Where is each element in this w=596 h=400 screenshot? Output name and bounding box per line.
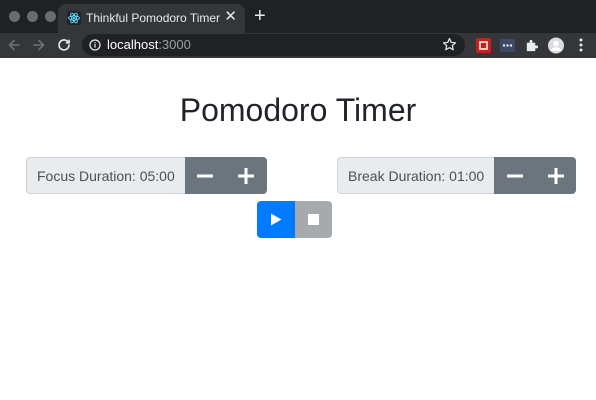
extensions-button[interactable] <box>523 37 539 53</box>
minimize-window-button[interactable] <box>27 11 38 22</box>
url-text: localhost:3000 <box>107 37 191 52</box>
break-duration-label: Break Duration: 01:00 <box>337 157 495 194</box>
reload-button[interactable] <box>54 35 74 55</box>
increase-break-button[interactable] <box>535 157 577 194</box>
new-tab-button[interactable]: + <box>254 5 266 27</box>
puzzle-piece-icon <box>526 39 538 51</box>
play-icon <box>271 213 282 226</box>
tab-title: Thinkful Pomodoro Timer <box>86 11 221 25</box>
react-logo-icon <box>67 11 81 25</box>
page-title: Pomodoro Timer <box>179 92 417 128</box>
info-icon[interactable] <box>89 39 101 51</box>
stop-icon <box>308 214 319 225</box>
plus-icon <box>238 167 255 184</box>
window-controls <box>9 11 56 22</box>
tab-close-icon[interactable]: ✕ <box>224 8 237 26</box>
red-extension-icon <box>475 37 491 53</box>
extension-red-button[interactable] <box>475 37 491 53</box>
browser-title-bar: Thinkful Pomodoro Timer ✕ + <box>0 0 596 33</box>
focus-duration-label: Focus Duration: 05:00 <box>26 157 185 194</box>
increase-focus-button[interactable] <box>225 157 267 194</box>
minus-icon <box>506 174 523 177</box>
focus-duration-group: Focus Duration: 05:00 <box>26 157 267 194</box>
profile-button[interactable] <box>548 37 564 53</box>
close-window-button[interactable] <box>9 11 20 22</box>
address-bar[interactable]: localhost:3000 <box>82 34 465 56</box>
forward-button[interactable] <box>29 35 49 55</box>
play-pause-button[interactable] <box>257 201 295 238</box>
browser-tab[interactable]: Thinkful Pomodoro Timer ✕ <box>58 4 245 33</box>
back-button[interactable] <box>4 35 24 55</box>
arrow-right-icon <box>33 39 45 51</box>
avatar-icon <box>548 37 564 53</box>
decrease-focus-button[interactable] <box>184 157 226 194</box>
extension-dots-button[interactable] <box>499 37 515 53</box>
dots-extension-icon <box>499 38 515 52</box>
maximize-window-button[interactable] <box>45 11 56 22</box>
browser-menu-button[interactable] <box>573 37 589 53</box>
stop-button[interactable] <box>295 201 332 238</box>
vertical-dots-icon <box>579 38 583 52</box>
decrease-break-button[interactable] <box>494 157 536 194</box>
break-duration-group: Break Duration: 01:00 <box>337 157 577 194</box>
arrow-left-icon <box>8 39 20 51</box>
browser-toolbar: localhost:3000 <box>0 33 596 58</box>
bookmark-star-icon[interactable] <box>442 37 457 52</box>
plus-icon <box>547 167 564 184</box>
reload-icon <box>58 39 70 51</box>
url-host: localhost <box>107 37 159 52</box>
url-port: :3000 <box>158 37 191 52</box>
minus-icon <box>197 174 214 177</box>
timer-controls <box>257 201 332 238</box>
